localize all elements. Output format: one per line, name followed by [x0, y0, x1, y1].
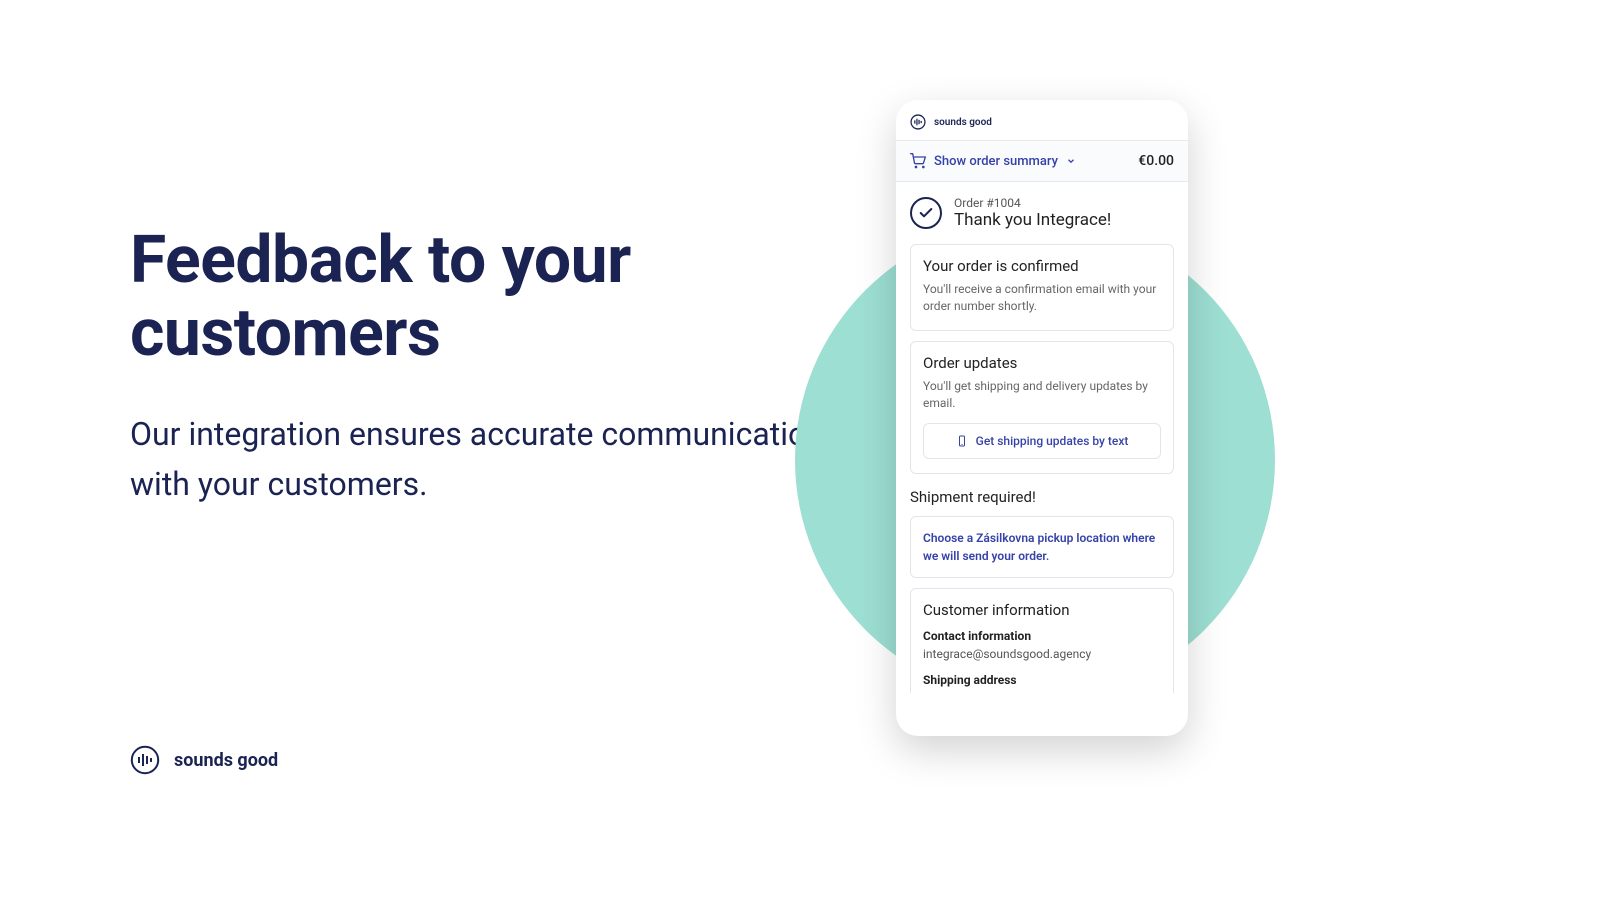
- card-desc: You'll receive a confirmation email with…: [923, 281, 1161, 316]
- brand-name: sounds good: [174, 750, 278, 771]
- card-title: Order updates: [923, 354, 1161, 372]
- card-desc: You'll get shipping and delivery updates…: [923, 378, 1161, 413]
- button-label: Get shipping updates by text: [976, 434, 1129, 448]
- card-order-updates: Order updates You'll get shipping and de…: [910, 341, 1174, 474]
- thank-you-message: Thank you Integrace!: [954, 210, 1111, 230]
- card-title: Your order is confirmed: [923, 257, 1161, 275]
- order-number: Order #1004: [954, 196, 1111, 210]
- shipping-address-label: Shipping address: [923, 673, 1161, 687]
- phone-header: sounds good: [896, 100, 1188, 140]
- phone-icon: [956, 435, 968, 447]
- order-summary-toggle[interactable]: Show order summary €0.00: [896, 140, 1188, 182]
- brand-logo-icon: [130, 745, 160, 775]
- order-summary-price: €0.00: [1138, 153, 1174, 169]
- pickup-location-notice[interactable]: Choose a Zásilkovna pickup location wher…: [910, 516, 1174, 578]
- chevron-down-icon: [1066, 156, 1076, 166]
- get-text-updates-button[interactable]: Get shipping updates by text: [923, 423, 1161, 459]
- confirmation-header: Order #1004 Thank you Integrace!: [910, 196, 1174, 230]
- phone-brand-label: sounds good: [934, 117, 992, 128]
- cart-icon: [910, 153, 926, 169]
- brand-footer: sounds good: [130, 745, 278, 775]
- marketing-slide: Feedback to your customers Our integrati…: [0, 0, 1600, 900]
- contact-info-label: Contact information: [923, 629, 1161, 643]
- headline: Feedback to your customers: [130, 225, 770, 370]
- contact-email: integrace@soundsgood.agency: [923, 647, 1161, 661]
- subheadline: Our integration ensures accurate communi…: [130, 410, 830, 509]
- shipment-required-title: Shipment required!: [910, 484, 1174, 516]
- card-customer-info: Customer information Contact information…: [910, 588, 1174, 693]
- brand-logo-icon: [910, 114, 926, 130]
- order-summary-label: Show order summary: [934, 154, 1058, 169]
- checkmark-icon: [910, 197, 942, 229]
- customer-info-title: Customer information: [923, 601, 1161, 619]
- phone-mock: sounds good Show order summary €0.00: [896, 100, 1188, 736]
- card-order-confirmed: Your order is confirmed You'll receive a…: [910, 244, 1174, 331]
